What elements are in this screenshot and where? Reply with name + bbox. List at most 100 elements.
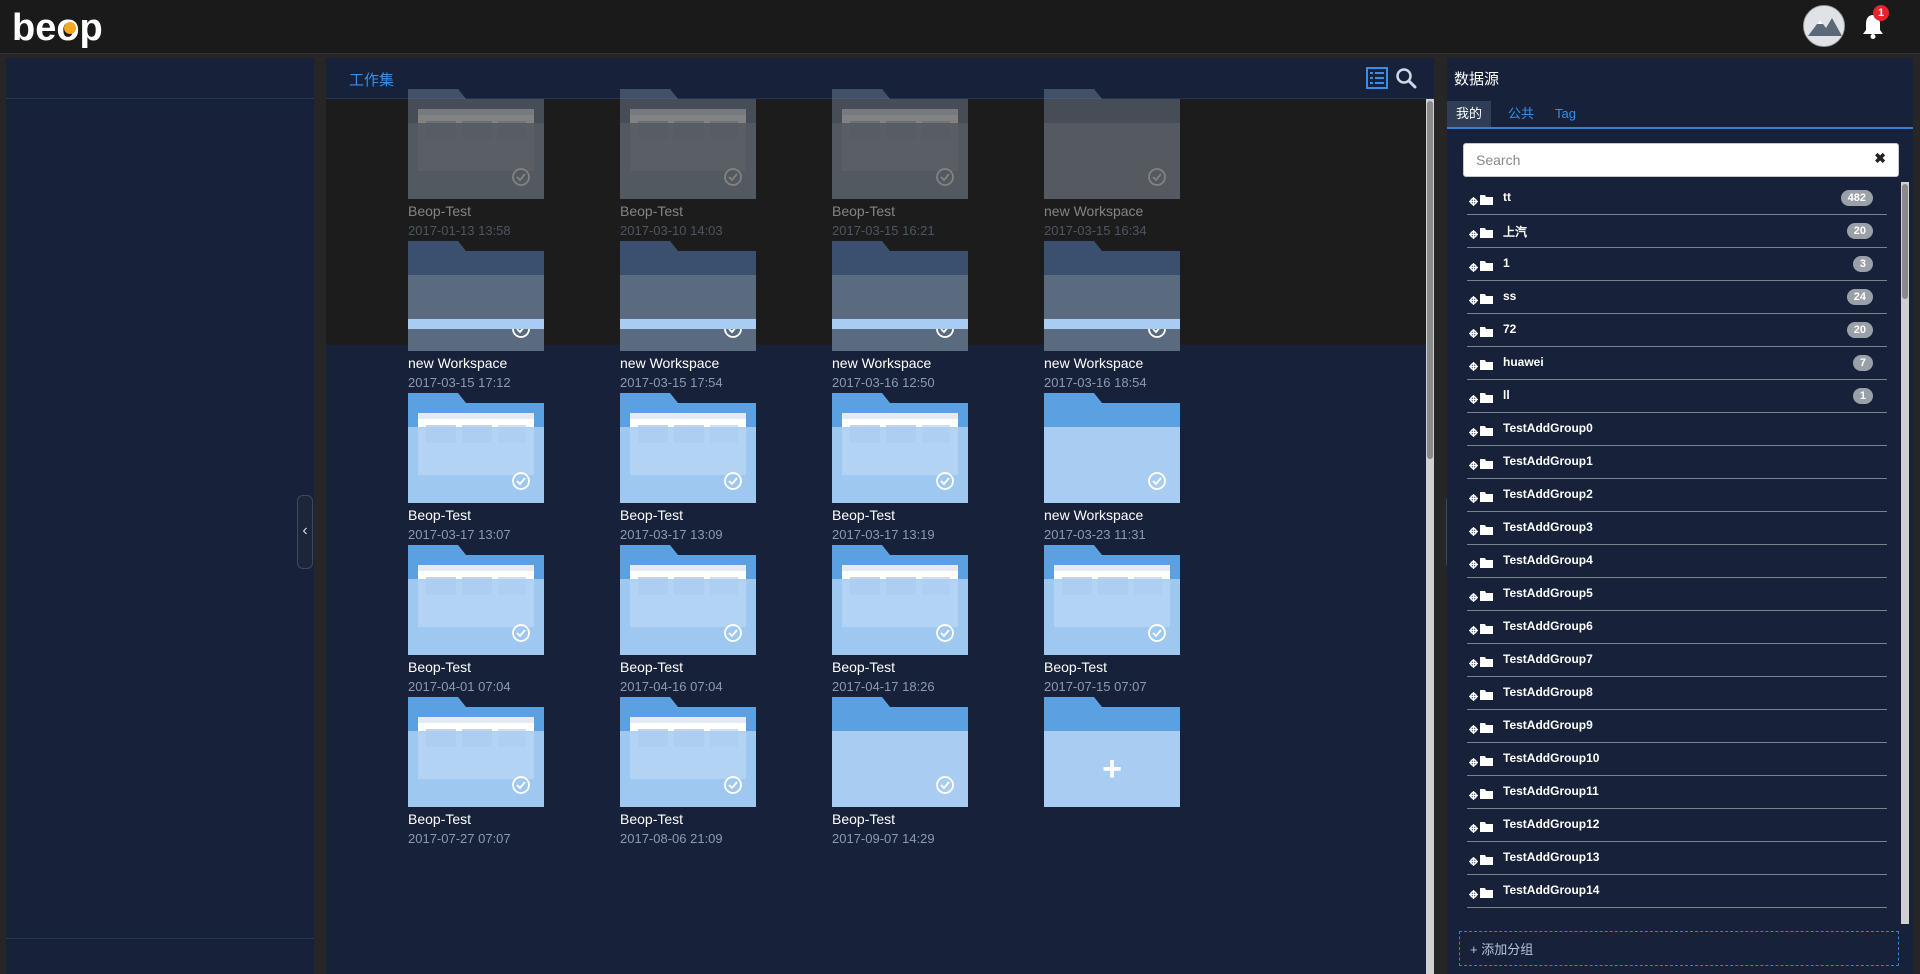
group-row[interactable]: TestAddGroup2 xyxy=(1467,479,1887,512)
collapse-left-toggle[interactable]: ‹ xyxy=(297,495,313,569)
workspace-name[interactable]: Beop-Test xyxy=(620,659,683,675)
workspace-name[interactable]: Beop-Test xyxy=(408,811,471,827)
group-name[interactable]: ll xyxy=(1503,388,1510,402)
workspace-card[interactable]: new Workspace 2017-03-15 17:12 xyxy=(408,241,618,391)
gear-icon[interactable] xyxy=(1469,754,1478,767)
gear-icon[interactable] xyxy=(1469,226,1478,239)
folder-icon[interactable] xyxy=(408,545,544,655)
group-row[interactable]: 72 20 xyxy=(1467,314,1887,347)
notification-badge[interactable]: 1 xyxy=(1873,5,1889,21)
group-name[interactable]: TestAddGroup3 xyxy=(1503,520,1593,534)
workspace-name[interactable]: Beop-Test xyxy=(1044,659,1107,675)
workspace-name[interactable]: new Workspace xyxy=(1044,355,1143,371)
workspace-name[interactable]: Beop-Test xyxy=(620,507,683,523)
folder-icon[interactable] xyxy=(832,241,968,351)
group-name[interactable]: TestAddGroup6 xyxy=(1503,619,1593,633)
workspace-card[interactable]: Beop-Test 2017-09-07 14:29 xyxy=(832,697,1042,847)
group-row[interactable]: ll 1 xyxy=(1467,380,1887,413)
group-row[interactable]: TestAddGroup4 xyxy=(1467,545,1887,578)
workspace-card[interactable]: Beop-Test 2017-03-10 14:03 xyxy=(620,89,830,239)
gear-icon[interactable] xyxy=(1469,193,1478,206)
workspace-card[interactable]: Beop-Test 2017-04-17 18:26 xyxy=(832,545,1042,695)
gear-icon[interactable] xyxy=(1469,457,1478,470)
tab-mine[interactable]: 我的 xyxy=(1447,101,1492,127)
group-name[interactable]: TestAddGroup14 xyxy=(1503,883,1599,897)
gear-icon[interactable] xyxy=(1469,523,1478,536)
folder-icon[interactable] xyxy=(1044,545,1180,655)
group-row[interactable]: huawei 7 xyxy=(1467,347,1887,380)
workspace-card[interactable]: new Workspace 2017-03-23 11:31 xyxy=(1044,393,1254,543)
folder-icon[interactable] xyxy=(1044,393,1180,503)
workspaces-title[interactable]: 工作集 xyxy=(349,69,394,90)
folder-icon[interactable] xyxy=(620,697,756,807)
group-row[interactable]: 13 xyxy=(1467,248,1887,281)
beop-logo[interactable]: beop xyxy=(12,6,112,50)
group-row[interactable]: TestAddGroup8 xyxy=(1467,677,1887,710)
gear-icon[interactable] xyxy=(1469,721,1478,734)
workspace-name[interactable]: new Workspace xyxy=(832,355,931,371)
workspace-card[interactable]: Beop-Test 2017-03-15 16:21 xyxy=(832,89,1042,239)
gear-icon[interactable] xyxy=(1469,853,1478,866)
gear-icon[interactable] xyxy=(1469,358,1478,371)
workspace-name[interactable]: Beop-Test xyxy=(620,203,683,219)
workspace-scrollbar[interactable] xyxy=(1426,99,1434,974)
workspace-name[interactable]: new Workspace xyxy=(1044,507,1143,523)
workspace-card[interactable]: new Workspace 2017-03-16 12:50 xyxy=(832,241,1042,391)
gear-icon[interactable] xyxy=(1469,787,1478,800)
group-row[interactable]: TestAddGroup0 xyxy=(1467,413,1887,446)
group-name[interactable]: TestAddGroup12 xyxy=(1503,817,1599,831)
group-row[interactable]: TestAddGroup5 xyxy=(1467,578,1887,611)
workspace-card[interactable]: Beop-Test 2017-07-27 07:07 xyxy=(408,697,618,847)
gear-icon[interactable] xyxy=(1469,424,1478,437)
search-input[interactable] xyxy=(1464,144,1868,176)
group-name[interactable]: TestAddGroup11 xyxy=(1503,784,1599,798)
group-name[interactable]: ss xyxy=(1503,289,1516,303)
group-row[interactable]: 上汽 20 xyxy=(1467,215,1887,248)
workspace-name[interactable]: Beop-Test xyxy=(832,203,895,219)
workspace-card[interactable]: Beop-Test 2017-04-16 07:04 xyxy=(620,545,830,695)
group-row[interactable]: TestAddGroup7 xyxy=(1467,644,1887,677)
workspace-card[interactable]: Beop-Test 2017-03-17 13:07 xyxy=(408,393,618,543)
group-name[interactable]: tt xyxy=(1503,190,1511,204)
group-name[interactable]: TestAddGroup5 xyxy=(1503,586,1593,600)
folder-icon[interactable] xyxy=(408,393,544,503)
folder-icon[interactable] xyxy=(620,89,756,199)
folder-icon[interactable] xyxy=(1044,89,1180,199)
folder-icon[interactable] xyxy=(620,241,756,351)
gear-icon[interactable] xyxy=(1469,886,1478,899)
group-name[interactable]: TestAddGroup10 xyxy=(1503,751,1599,765)
folder-icon[interactable] xyxy=(832,89,968,199)
group-row[interactable]: TestAddGroup1 xyxy=(1467,446,1887,479)
group-row[interactable]: tt 482 xyxy=(1467,182,1887,215)
workspace-name[interactable]: Beop-Test xyxy=(408,507,471,523)
user-avatar[interactable] xyxy=(1803,5,1845,47)
group-row[interactable]: TestAddGroup13 xyxy=(1467,842,1887,875)
group-row[interactable]: TestAddGroup14 xyxy=(1467,875,1887,908)
gear-icon[interactable] xyxy=(1469,820,1478,833)
workspace-card[interactable]: new Workspace 2017-03-16 18:54 xyxy=(1044,241,1254,391)
group-name[interactable]: TestAddGroup2 xyxy=(1503,487,1593,501)
list-view-icon[interactable] xyxy=(1366,67,1388,89)
gear-icon[interactable] xyxy=(1469,259,1478,272)
scroll-thumb[interactable] xyxy=(1427,101,1433,459)
workspace-name[interactable]: Beop-Test xyxy=(408,659,471,675)
workspace-card[interactable]: Beop-Test 2017-03-17 13:09 xyxy=(620,393,830,543)
group-name[interactable]: TestAddGroup9 xyxy=(1503,718,1593,732)
folder-icon[interactable] xyxy=(408,241,544,351)
folder-icon[interactable] xyxy=(832,393,968,503)
folder-icon[interactable] xyxy=(1044,241,1180,351)
scroll-thumb[interactable] xyxy=(1902,184,1908,299)
gear-icon[interactable] xyxy=(1469,688,1478,701)
group-row[interactable]: TestAddGroup12 xyxy=(1467,809,1887,842)
group-name[interactable]: 1 xyxy=(1503,256,1510,270)
tab-public[interactable]: 公共 xyxy=(1499,101,1543,127)
folder-icon[interactable] xyxy=(408,89,544,199)
group-name[interactable]: TestAddGroup13 xyxy=(1503,850,1599,864)
tab-tag[interactable]: Tag xyxy=(1546,101,1585,127)
gear-icon[interactable] xyxy=(1469,391,1478,404)
gear-icon[interactable] xyxy=(1469,655,1478,668)
group-row[interactable]: TestAddGroup10 xyxy=(1467,743,1887,776)
workspace-card[interactable]: Beop-Test 2017-03-17 13:19 xyxy=(832,393,1042,543)
workspace-card[interactable]: Beop-Test 2017-08-06 21:09 xyxy=(620,697,830,847)
add-workspace-card[interactable]: + xyxy=(1044,697,1254,847)
